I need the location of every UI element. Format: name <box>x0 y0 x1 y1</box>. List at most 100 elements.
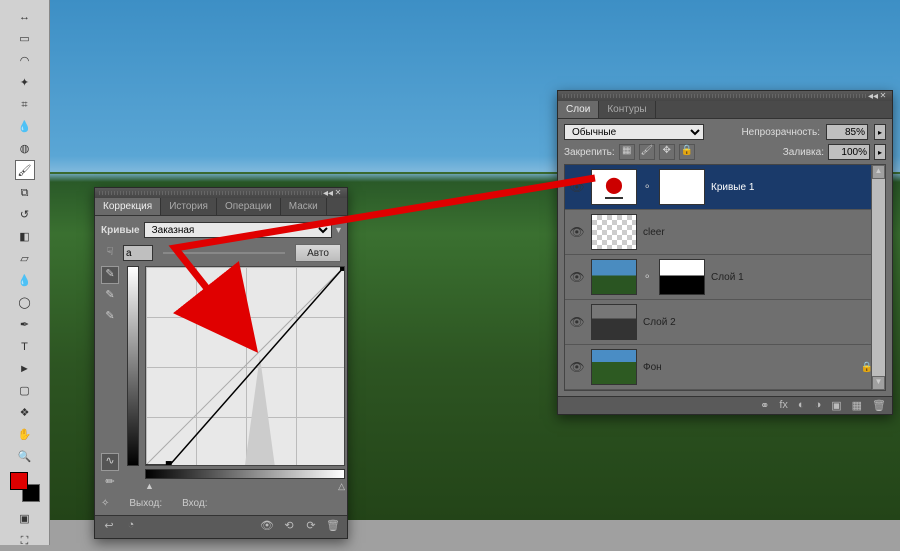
new-layer-icon[interactable]: ▦ <box>852 399 862 412</box>
dodge-tool[interactable]: ◯ <box>15 292 35 312</box>
lock-transparency-icon[interactable]: ▦ <box>619 144 635 160</box>
layer-row[interactable]: 👁Фон🔒 <box>565 345 885 390</box>
lasso-tool[interactable]: ◠ <box>15 50 35 70</box>
onimage-tool-icon[interactable]: ☟ <box>101 244 119 262</box>
adjustments-panel: ◂◂ ✕ КоррекцияИсторияОперацииМаски Кривы… <box>94 187 348 539</box>
close-icon[interactable]: ✕ <box>878 91 888 101</box>
layer-thumb[interactable]: ⬤ <box>591 169 637 205</box>
visibility-toggle[interactable]: 👁 <box>569 360 585 374</box>
opacity-field[interactable] <box>826 124 868 140</box>
wand-tool[interactable]: ✦ <box>15 72 35 92</box>
previous-icon[interactable]: ⟲ <box>281 519 297 535</box>
eraser-tool[interactable]: ◧ <box>15 226 35 246</box>
tab-операции[interactable]: Операции <box>217 198 281 215</box>
panel-collapse-icon[interactable]: ◂◂ <box>323 188 333 199</box>
crop-tool[interactable]: ⌗ <box>15 94 35 114</box>
zoom-tool[interactable]: 🔍 <box>15 446 35 466</box>
toolbox: ↔▭◠✦⌗💧◍🖌⧉↺◧▱💧◯✒T►▢❖✋🔍 ▣ ⛶ <box>0 0 50 545</box>
layer-list: 👁⬤⚬Кривые 1👁cleer👁⚬Слой 1👁Слой 2👁Фон🔒 ▲ … <box>564 164 886 391</box>
history-brush-tool[interactable]: ↺ <box>15 204 35 224</box>
black-point-slider[interactable]: ▲ <box>145 481 154 492</box>
foreground-swatch[interactable] <box>10 472 28 490</box>
group-icon[interactable]: ▣ <box>831 399 841 412</box>
blur-tool[interactable]: 💧 <box>15 270 35 290</box>
clip-icon[interactable]: ◔ <box>123 519 139 535</box>
panel-header[interactable]: ◂◂ ✕ <box>558 91 892 101</box>
layer-mask-icon[interactable]: ◐ <box>798 399 805 412</box>
channel-field[interactable] <box>123 245 153 261</box>
preset-select[interactable]: Заказная <box>144 222 332 238</box>
layers-footer: ⚭ fx ◐ ◑ ▣ ▦ 🗑 <box>558 396 892 414</box>
layer-thumb[interactable] <box>591 304 637 340</box>
scrollbar[interactable]: ▲ ▼ <box>871 165 885 390</box>
eyedropper-tool[interactable]: 💧 <box>15 116 35 136</box>
sampler-set-white-icon[interactable]: ✎ <box>101 266 119 284</box>
healing-tool[interactable]: ◍ <box>15 138 35 158</box>
opacity-flyout-icon[interactable]: ▸ <box>874 124 886 140</box>
type-tool[interactable]: T <box>15 336 35 356</box>
path-select-tool[interactable]: ► <box>15 358 35 378</box>
stamp-tool[interactable]: ⧉ <box>15 182 35 202</box>
visibility-toggle[interactable]: 👁 <box>569 270 585 284</box>
layer-row[interactable]: 👁cleer <box>565 210 885 255</box>
curve-mode-icon[interactable]: ∿ <box>101 453 119 471</box>
adjustment-layer-icon[interactable]: ◑ <box>815 399 822 412</box>
layer-row[interactable]: 👁Слой 2 <box>565 300 885 345</box>
delete-layer-icon[interactable]: 🗑 <box>872 399 886 412</box>
sampler-set-black-icon[interactable]: ✎ <box>101 308 119 326</box>
curves-graph[interactable] <box>145 266 345 466</box>
layer-thumb[interactable] <box>591 349 637 385</box>
close-icon[interactable]: ✕ <box>333 188 343 198</box>
mask-thumb[interactable] <box>659 259 705 295</box>
scroll-up-icon[interactable]: ▲ <box>872 165 885 179</box>
layer-fx-icon[interactable]: fx <box>779 399 788 412</box>
screenmode-toggle[interactable]: ⛶ <box>15 530 35 550</box>
return-icon[interactable]: ↩ <box>101 519 117 535</box>
blend-mode-select[interactable]: Обычные <box>564 124 704 140</box>
panel-header[interactable]: ◂◂ ✕ <box>95 188 347 198</box>
tab-контуры[interactable]: Контуры <box>599 101 655 118</box>
layer-thumb[interactable] <box>591 214 637 250</box>
pencil-mode-icon[interactable]: ✏ <box>101 474 119 492</box>
tab-история[interactable]: История <box>161 198 217 215</box>
gradient-tool[interactable]: ▱ <box>15 248 35 268</box>
link-mask-icon[interactable]: ⚬ <box>643 272 653 283</box>
layer-row[interactable]: 👁⚬Слой 1 <box>565 255 885 300</box>
quickmask-toggle[interactable]: ▣ <box>15 508 35 528</box>
hand-tool[interactable]: ✋ <box>15 424 35 444</box>
link-layers-icon[interactable]: ⚭ <box>760 399 769 412</box>
eyedropper-icon[interactable]: ✧ <box>101 498 109 509</box>
fill-flyout-icon[interactable]: ▸ <box>874 144 886 160</box>
mask-thumb[interactable] <box>659 169 705 205</box>
move-tool[interactable]: ↔ <box>15 6 35 26</box>
link-mask-icon[interactable]: ⚬ <box>643 182 653 193</box>
lock-position-icon[interactable]: ✥ <box>659 144 675 160</box>
3d-tool[interactable]: ❖ <box>15 402 35 422</box>
visibility-icon[interactable]: 👁 <box>259 519 275 535</box>
pen-tool[interactable]: ✒ <box>15 314 35 334</box>
layer-thumb[interactable] <box>591 259 637 295</box>
fill-field[interactable] <box>828 144 870 160</box>
sampler-set-gray-icon[interactable]: ✎ <box>101 287 119 305</box>
scroll-down-icon[interactable]: ▼ <box>872 376 885 390</box>
panel-collapse-icon[interactable]: ◂◂ <box>868 91 878 102</box>
visibility-toggle[interactable]: 👁 <box>569 225 585 239</box>
channel-slider[interactable] <box>163 252 285 254</box>
shape-tool[interactable]: ▢ <box>15 380 35 400</box>
layer-row[interactable]: 👁⬤⚬Кривые 1 <box>565 165 885 210</box>
preset-menu-icon[interactable]: ▾ <box>336 225 341 236</box>
brush-tool[interactable]: 🖌 <box>15 160 35 180</box>
delete-adjustment-icon[interactable]: 🗑 <box>325 519 341 535</box>
lock-all-icon[interactable]: 🔒 <box>679 144 695 160</box>
auto-button[interactable]: Авто <box>295 244 341 262</box>
visibility-toggle[interactable]: 👁 <box>569 180 585 194</box>
tab-коррекция[interactable]: Коррекция <box>95 198 161 215</box>
visibility-toggle[interactable]: 👁 <box>569 315 585 329</box>
lock-paint-icon[interactable]: 🖌 <box>639 144 655 160</box>
tab-маски[interactable]: Маски <box>281 198 327 215</box>
tab-слои[interactable]: Слои <box>558 101 599 118</box>
reset-icon[interactable]: ⟳ <box>303 519 319 535</box>
marquee-tool[interactable]: ▭ <box>15 28 35 48</box>
color-swatches[interactable] <box>10 472 40 502</box>
white-point-slider[interactable]: △ <box>338 481 345 492</box>
